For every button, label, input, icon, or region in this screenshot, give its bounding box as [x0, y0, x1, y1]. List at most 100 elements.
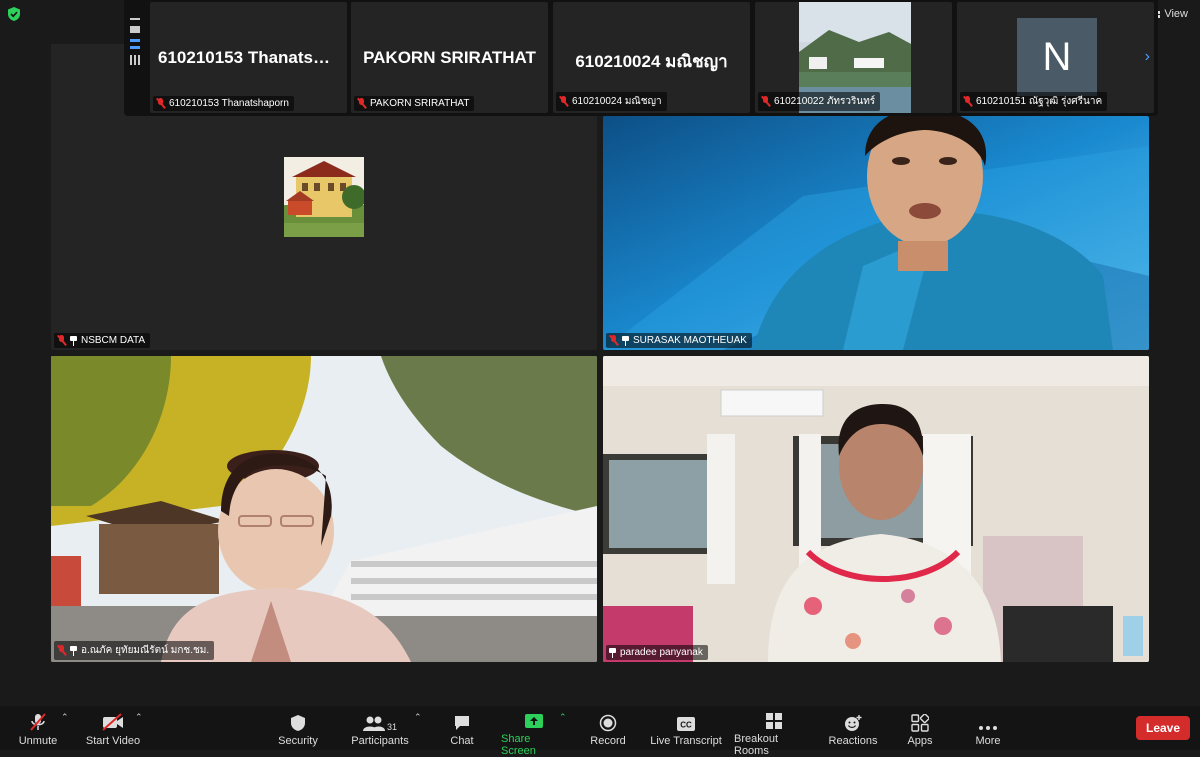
unmute-label: Unmute — [18, 735, 58, 747]
participant-name-label: 610210024 มณิชญา — [556, 92, 667, 111]
svg-text:CC: CC — [680, 721, 692, 730]
view-button[interactable]: View — [1153, 8, 1188, 20]
mic-muted-icon — [357, 98, 366, 109]
filmstrip-tile[interactable]: 610210024 มณิชญา 610210024 มณิชญา — [553, 2, 750, 113]
participants-icon: 31 — [362, 712, 397, 732]
more-label: More — [975, 735, 1001, 747]
filmstrip-tile[interactable]: 610210022 ภัทรวรินทร์ — [755, 2, 952, 113]
share-screen-button[interactable]: Share Screen — [501, 712, 567, 757]
apps-icon — [911, 712, 929, 732]
apps-label: Apps — [907, 735, 933, 747]
participants-label: Participants — [351, 735, 409, 747]
mic-muted-icon — [57, 335, 66, 346]
video-tile-paradee-active-speaker[interactable]: paradee panyanak — [603, 356, 1149, 662]
video-options-chevron-icon[interactable]: ⌃ — [135, 712, 143, 723]
video-tile-surasak[interactable]: SURASAK MAOTHEUAK — [603, 116, 1149, 350]
gallery-filmstrip: 610210153 Thanatsha... 610210153 Thanats… — [124, 0, 1158, 116]
minimize-icon[interactable] — [130, 18, 140, 20]
participant-name-label: 610210022 ภัทรวรินทร์ — [758, 92, 881, 111]
grid-view-icon[interactable] — [130, 55, 140, 65]
share-screen-icon — [524, 712, 544, 730]
leave-button[interactable]: Leave — [1136, 716, 1190, 740]
record-button[interactable]: Record — [590, 712, 626, 748]
view-label: View — [1164, 8, 1188, 20]
chat-button[interactable]: Chat — [448, 712, 476, 748]
record-label: Record — [590, 735, 626, 747]
security-shield-icon — [289, 712, 307, 732]
meeting-toolbar: Unmute ⌃ Start Video ⌃ Security 31 Parti… — [0, 706, 1200, 757]
participant-name: NSBCM DATA — [81, 335, 146, 346]
video-feed-paradee — [603, 356, 1149, 662]
participant-name-label: SURASAK MAOTHEUAK — [606, 333, 752, 348]
pin-icon — [70, 335, 77, 346]
video-off-icon — [101, 712, 125, 732]
video-feed-napak — [51, 356, 597, 662]
participant-display-name: 610210024 มณิชญา — [575, 52, 728, 71]
speaker-view-icon[interactable] — [130, 39, 140, 49]
participants-options-chevron-icon[interactable]: ⌃ — [414, 712, 422, 723]
participant-display-name: 610210153 Thanatsha... — [158, 48, 347, 67]
participant-name: อ.ณภัค ยุทัยมณีรัตน์ มกช.ชม. — [81, 645, 210, 656]
live-transcript-label: Live Transcript — [650, 735, 722, 747]
share-options-chevron-icon[interactable]: ⌃ — [559, 712, 567, 723]
start-video-label: Start Video — [85, 735, 141, 747]
strip-icon[interactable] — [130, 26, 140, 33]
participant-name-label: 610210151 ณัฐวุฒิ รุ่งศรีนาค — [960, 92, 1108, 111]
participants-button[interactable]: 31 Participants — [351, 712, 409, 748]
participant-name: 610210024 มณิชญา — [572, 96, 662, 107]
mic-muted-icon — [963, 96, 972, 107]
filmstrip-tile[interactable]: 610210153 Thanatsha... 610210153 Thanats… — [150, 2, 347, 113]
unmute-button[interactable]: Unmute — [18, 712, 58, 748]
profile-picture-building — [284, 157, 366, 237]
mic-muted-icon — [559, 96, 568, 107]
chevron-right-icon[interactable]: › — [1145, 48, 1150, 66]
apps-button[interactable]: Apps — [906, 712, 934, 748]
participant-name: SURASAK MAOTHEUAK — [633, 335, 747, 346]
gallery-layout-controls[interactable] — [128, 18, 142, 65]
share-screen-label: Share Screen — [501, 733, 536, 757]
mic-muted-icon — [156, 98, 165, 109]
audio-options-chevron-icon[interactable]: ⌃ — [61, 712, 69, 723]
participant-name-label: NSBCM DATA — [54, 333, 151, 348]
mic-muted-icon — [57, 645, 66, 656]
chat-label: Chat — [450, 735, 474, 747]
video-feed-surasak — [603, 116, 1149, 350]
security-label: Security — [278, 735, 318, 747]
participant-count-badge: 31 — [386, 722, 397, 732]
smiley-icon — [843, 712, 863, 732]
participant-name-label: 610210153 Thanatshaporn — [153, 96, 294, 111]
more-button[interactable]: More — [974, 712, 1002, 748]
live-transcript-button[interactable]: CC Live Transcript — [650, 712, 722, 748]
reactions-label: Reactions — [828, 735, 878, 747]
filmstrip-tile[interactable]: N 610210151 ณัฐวุฒิ รุ่งศรีนาค — [957, 2, 1154, 113]
breakout-rooms-button[interactable]: Breakout Rooms — [734, 712, 814, 757]
breakout-rooms-icon — [765, 712, 783, 730]
mic-muted-icon — [609, 335, 618, 346]
filmstrip-tile[interactable]: PAKORN SRIRATHAT PAKORN SRIRATHAT — [351, 2, 548, 113]
pin-icon — [70, 645, 77, 656]
video-tile-napak[interactable]: อ.ณภัค ยุทัยมณีรัตน์ มกช.ชม. — [51, 356, 597, 662]
participant-name-label: อ.ณภัค ยุทัยมณีรัตน์ มกช.ชม. — [54, 641, 215, 660]
more-dots-icon — [978, 712, 998, 732]
breakout-rooms-label: Breakout Rooms — [734, 733, 779, 757]
mic-muted-icon — [761, 96, 770, 107]
participant-name: 610210022 ภัทรวรินทร์ — [774, 96, 876, 107]
chat-bubble-icon — [453, 712, 471, 732]
participant-name-label: paradee panyanak — [606, 645, 708, 660]
participant-name: paradee panyanak — [620, 647, 703, 658]
participant-name: 610210151 ณัฐวุฒิ รุ่งศรีนาค — [976, 96, 1103, 107]
participant-name: 610210153 Thanatshaporn — [169, 98, 289, 109]
participant-display-name: PAKORN SRIRATHAT — [363, 48, 536, 67]
pin-icon — [622, 335, 629, 346]
participant-name-label: PAKORN SRIRATHAT — [354, 96, 475, 111]
record-icon — [599, 712, 617, 732]
security-button[interactable]: Security — [278, 712, 318, 748]
reactions-button[interactable]: Reactions — [829, 712, 877, 748]
pin-icon — [609, 647, 616, 658]
encryption-shield-icon[interactable] — [6, 6, 22, 22]
participant-name: PAKORN SRIRATHAT — [370, 98, 470, 109]
closed-caption-icon: CC — [676, 712, 696, 732]
mic-off-icon — [28, 712, 48, 732]
start-video-button[interactable]: Start Video — [85, 712, 141, 748]
avatar: N — [1017, 18, 1097, 96]
